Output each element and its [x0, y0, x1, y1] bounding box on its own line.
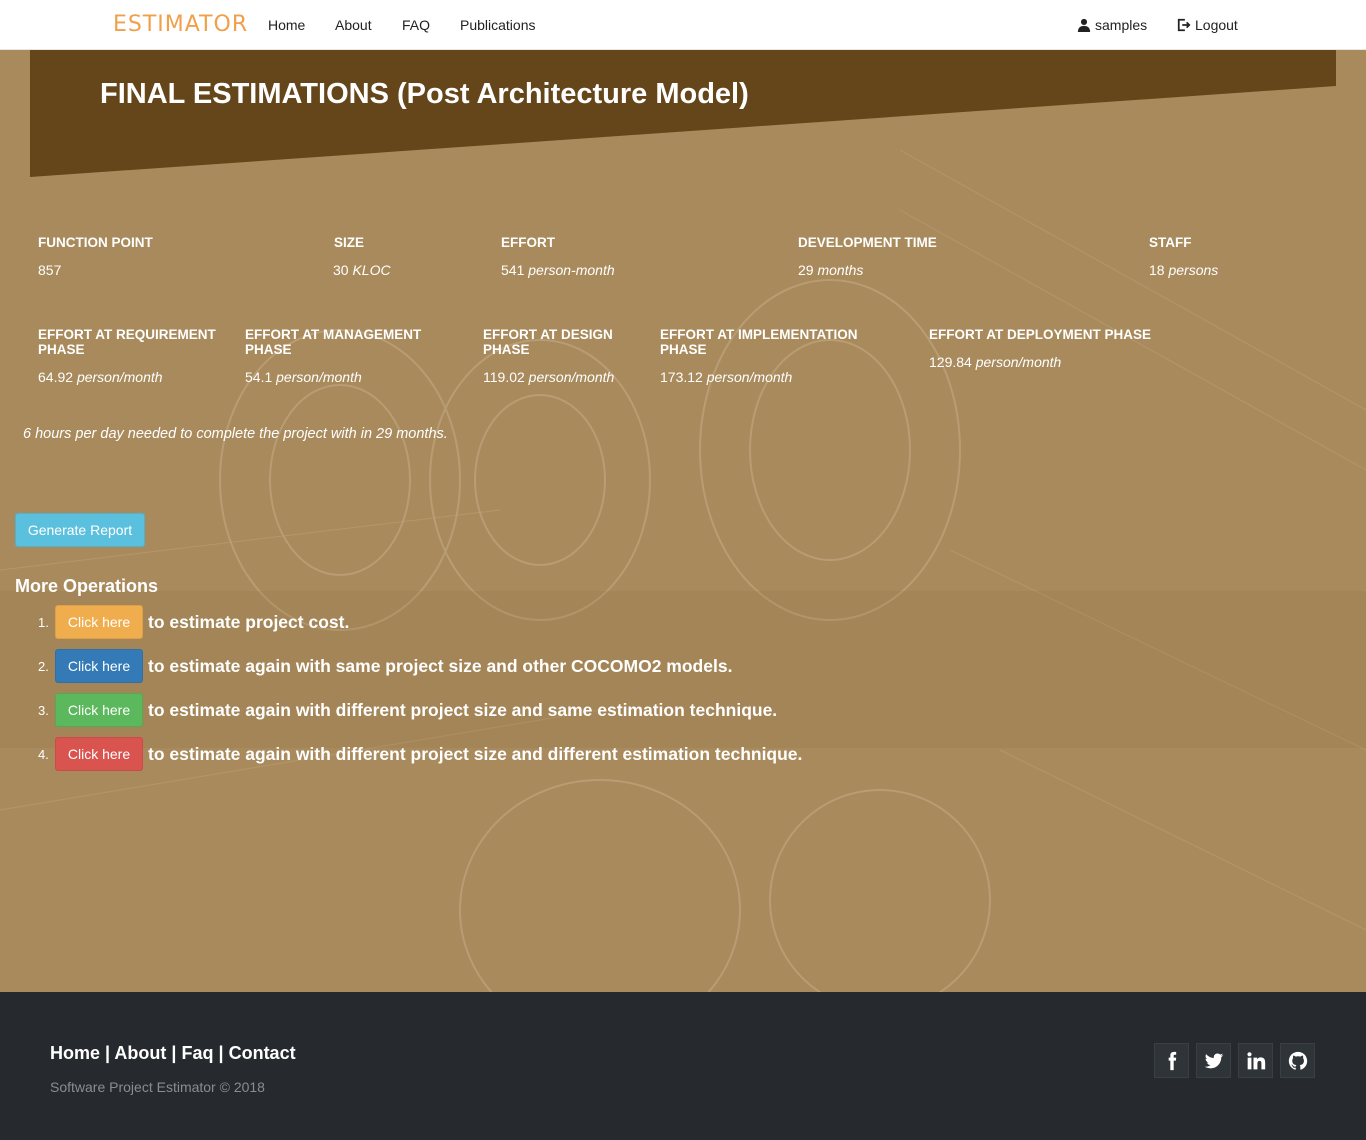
list-item-number: 4. — [38, 747, 49, 762]
stat-value-effort-deployment: 129.84 person/month — [929, 354, 1062, 370]
facebook-icon[interactable] — [1154, 1043, 1189, 1078]
logout-icon — [1177, 18, 1191, 32]
estimate-cocomo2-button[interactable]: Click here — [55, 649, 143, 683]
footer-link-faq[interactable]: Faq — [181, 1043, 213, 1063]
stat-value-staff: 18 persons — [1149, 262, 1219, 278]
stat-value-size: 30 KLOC — [333, 262, 391, 278]
stat-label-effort: EFFORT — [501, 235, 555, 250]
more-operations-title: More Operations — [15, 576, 159, 596]
navbar: ESTIMATOR Home About FAQ Publications sa… — [0, 0, 1366, 50]
estimate-different-technique-button[interactable]: Click here — [55, 737, 143, 771]
list-item-number: 1. — [38, 615, 49, 630]
stat-value-development-time: 29 months — [798, 262, 864, 278]
stat-value-effort-implementation: 173.12 person/month — [660, 369, 793, 385]
brand-logo[interactable]: ESTIMATOR — [113, 12, 248, 37]
github-icon[interactable] — [1280, 1043, 1315, 1078]
footer-separator: | — [171, 1043, 177, 1063]
nav-publications[interactable]: Publications — [460, 17, 536, 33]
list-item-text: to estimate project cost. — [148, 612, 350, 632]
stat-value-effort-management: 54.1 person/month — [245, 369, 362, 385]
stat-label-effort-requirement: EFFORT AT REQUIREMENT PHASE — [38, 327, 216, 357]
stat-label-staff: STAFF — [1149, 235, 1192, 250]
stat-label-effort-management: EFFORT AT MANAGEMENT PHASE — [245, 327, 422, 357]
header-banner — [30, 50, 1336, 178]
list-item-text: to estimate again with different project… — [148, 744, 803, 764]
background-image — [0, 50, 1366, 992]
stat-value-effort-design: 119.02 person/month — [483, 369, 615, 385]
footer-separator: | — [218, 1043, 224, 1063]
page-title: FINAL ESTIMATIONS (Post Architecture Mod… — [100, 78, 749, 110]
footer-link-contact[interactable]: Contact — [229, 1043, 296, 1063]
stat-value-effort-requirement: 64.92 person/month — [38, 369, 163, 385]
twitter-icon[interactable] — [1196, 1043, 1231, 1078]
stat-label-effort-design: EFFORT AT DESIGN PHASE — [483, 327, 613, 357]
nav-faq[interactable]: FAQ — [402, 17, 430, 33]
list-item-text: to estimate again with different project… — [148, 700, 778, 720]
nav-user-label: samples — [1095, 17, 1148, 33]
estimate-same-technique-button[interactable]: Click here — [55, 693, 143, 727]
list-item-number: 3. — [38, 703, 49, 718]
generate-report-button[interactable]: Generate Report — [15, 513, 145, 547]
stat-label-function-point: FUNCTION POINT — [38, 235, 153, 250]
footer-link-about[interactable]: About — [114, 1043, 166, 1063]
copyright: Software Project Estimator © 2018 — [50, 1079, 265, 1095]
footer-separator: | — [105, 1043, 111, 1063]
nav-home[interactable]: Home — [268, 17, 305, 33]
hours-per-day-note: 6 hours per day needed to complete the p… — [23, 426, 448, 442]
list-item-text: to estimate again with same project size… — [148, 656, 733, 676]
nav-logout[interactable]: Logout — [1177, 17, 1238, 33]
stat-label-effort-deployment: EFFORT AT DEPLOYMENT PHASE — [929, 327, 1152, 342]
stat-label-effort-implementation: EFFORT AT IMPLEMENTATION PHASE — [660, 327, 858, 357]
stat-label-size: SIZE — [334, 235, 365, 250]
footer-links: Home | About | Faq | Contact — [50, 1043, 296, 1064]
linkedin-icon[interactable] — [1238, 1043, 1273, 1078]
nav-about[interactable]: About — [335, 17, 372, 33]
estimate-cost-button[interactable]: Click here — [55, 605, 143, 639]
user-icon — [1077, 18, 1091, 32]
nav-logout-label: Logout — [1195, 17, 1238, 33]
stat-value-function-point: 857 — [38, 262, 62, 278]
footer: Home | About | Faq | Contact Software Pr… — [0, 992, 1366, 1140]
nav-user[interactable]: samples — [1077, 17, 1147, 33]
stat-value-effort: 541 person-month — [501, 262, 615, 278]
stat-label-development-time: DEVELOPMENT TIME — [798, 235, 937, 250]
list-item-number: 2. — [38, 659, 49, 674]
footer-link-home[interactable]: Home — [50, 1043, 100, 1063]
